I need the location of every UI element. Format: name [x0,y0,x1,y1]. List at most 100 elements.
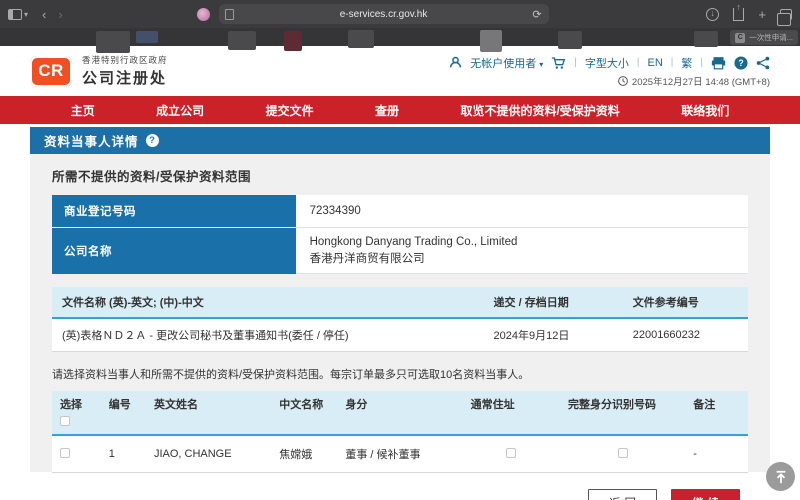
bookmark-favicon: C [735,33,745,43]
row-name-en: JIAO, CHANGE [146,435,271,473]
sidebar-icon[interactable] [8,9,22,20]
row-no: 1 [101,435,146,473]
bookmark-item[interactable]: C 一次性申请... [730,30,798,45]
arrow-up-icon [774,470,788,484]
brn-value: 72334390 [296,195,748,228]
instruction-text: 请选择资料当事人和所需不提供的资料/受保护资料范围。每宗订单最多只可选取10名资… [52,366,748,382]
lang-en[interactable]: EN [648,57,663,69]
current-datetime: 2025年12月27日 14:48 (GMT+8) [632,74,770,88]
new-tab-icon[interactable]: + [758,7,766,22]
col-remark: 备注 [685,391,748,435]
address-checkbox[interactable] [506,448,516,458]
back-button[interactable]: 返回 [588,489,657,500]
col-doc-ref: 文件参考编号 [623,287,748,318]
redacted-bookmark [480,30,502,52]
nav-home[interactable]: 主页 [71,102,95,119]
row-select-checkbox[interactable] [60,448,70,458]
select-all-checkbox[interactable] [60,416,70,426]
col-id-number: 完整身分识别号码 [560,391,685,435]
redacted-bookmark [558,31,582,49]
row-select-cell [52,435,101,473]
page-title: 资料当事人详情 [44,131,139,150]
col-name-en: 英文姓名 [146,391,271,435]
table-row: 商业登记号码 72334390 [52,195,748,228]
redacted-bookmark [136,31,158,43]
table-header-row: 文件名称 (英)-英文; (中)-中文 递交 / 存档日期 文件参考编号 [52,287,748,318]
gov-name: 香港特别行政区政府 [82,54,168,66]
cart-icon[interactable] [551,56,566,70]
data-subject-table: 选择 编号 英文姓名 中文名称 身分 通常住址 完整身分识别号码 备注 1 JI… [52,391,748,473]
extension-icon[interactable] [197,8,210,21]
sidebar-caret-icon[interactable]: ▾ [24,10,28,19]
address-bar[interactable]: e-services.cr.gov.hk ⟳ [219,4,549,24]
row-id-cell [560,435,685,473]
titlebar-help-icon[interactable]: ? [146,134,159,147]
org-names: 香港特别行政区政府 公司注册处 [82,54,168,88]
col-no: 编号 [101,391,146,435]
tab-overview-icon[interactable] [780,9,792,20]
brn-label: 商业登记号码 [52,195,296,228]
row-name-zh: 焦嫦娥 [271,435,337,473]
redacted-bookmark [228,31,256,50]
col-doc-name: 文件名称 (英)-英文; (中)-中文 [52,287,484,318]
redacted-bookmark [284,31,302,51]
table-row: 公司名称 Hongkong Danyang Trading Co., Limit… [52,228,748,274]
doc-ref: 22001660232 [623,318,748,352]
col-address: 通常住址 [463,391,560,435]
clock-icon [618,76,628,86]
scroll-to-top-button[interactable] [766,462,795,491]
redacted-bookmark [96,31,130,53]
col-doc-date: 递交 / 存档日期 [484,287,623,318]
share-icon[interactable] [733,8,744,21]
company-name-label: 公司名称 [52,228,296,274]
site-header: CR 香港特别行政区政府 公司注册处 无帐户使用者 ▾ | 字型大小 | EN … [0,46,800,96]
reader-icon[interactable] [225,9,234,20]
help-icon[interactable]: ? [734,56,748,70]
table-row: (英)表格ＮＤ２Ａ - 更改公司秘书及董事通知书(委任 / 停任) 2024年9… [52,318,748,352]
share-page-icon[interactable] [756,56,770,70]
doc-date: 2024年9月12日 [484,318,623,352]
user-menu[interactable]: 无帐户使用者 ▾ [470,55,543,71]
svg-text:?: ? [738,58,743,68]
section-heading: 所需不提供的资料/受保护资料范围 [52,166,748,185]
dept-name: 公司注册处 [82,67,168,88]
company-name-value: Hongkong Danyang Trading Co., Limited 香港… [296,228,748,274]
row-capacity: 董事 / 候补董事 [337,435,462,473]
nav-incorporation[interactable]: 成立公司 [156,102,204,119]
nav-filing[interactable]: 提交文件 [266,102,314,119]
document-table: 文件名称 (英)-英文; (中)-中文 递交 / 存档日期 文件参考编号 (英)… [52,287,748,352]
redacted-bookmark [348,30,374,48]
nav-search[interactable]: 查册 [375,102,399,119]
back-icon[interactable]: ‹ [42,7,46,22]
main-container: 资料当事人详情 ? 所需不提供的资料/受保护资料范围 商业登记号码 723343… [30,127,770,472]
row-address-cell [463,435,560,473]
table-row: 1 JIAO, CHANGE 焦嫦娥 董事 / 候补董事 - [52,435,748,473]
cr-logo-text: CR [38,61,64,81]
reload-icon[interactable]: ⟳ [532,8,541,21]
page-content: 资料当事人详情 ? 所需不提供的资料/受保护资料范围 商业登记号码 723343… [0,124,800,472]
lang-zh[interactable]: 繁 [681,55,692,71]
forward-icon[interactable]: › [58,7,62,22]
col-capacity: 身分 [337,391,462,435]
nav-contact[interactable]: 联络我们 [681,102,729,119]
bookmark-label: 一次性申请... [749,32,793,43]
url-text[interactable]: e-services.cr.gov.hk [340,9,428,20]
user-icon [449,56,462,69]
cr-logo[interactable]: CR [30,56,72,87]
nav-protected-info[interactable]: 取览不提供的资料/受保护资料 [460,102,619,119]
font-size-control[interactable]: 字型大小 [585,55,629,71]
id-number-checkbox[interactable] [618,448,628,458]
col-name-zh: 中文名称 [271,391,337,435]
table-header-row: 选择 编号 英文姓名 中文名称 身分 通常住址 完整身分识别号码 备注 [52,391,748,435]
main-nav: 主页 成立公司 提交文件 查册 取览不提供的资料/受保护资料 联络我们 [0,96,800,124]
print-icon[interactable] [711,56,726,70]
company-info-table: 商业登记号码 72334390 公司名称 Hongkong Danyang Tr… [52,195,748,274]
row-remark: - [685,435,748,473]
bookmarks-bar: C 一次性申请... [0,28,800,46]
browser-toolbar: ▾ ‹ › e-services.cr.gov.hk ⟳ + [0,0,800,28]
page-titlebar: 资料当事人详情 ? [30,127,770,154]
continue-button[interactable]: 继续 [671,489,740,500]
downloads-icon[interactable] [706,8,719,21]
company-name-en: Hongkong Danyang Trading Co., Limited [310,234,734,251]
col-select: 选择 [52,391,101,435]
